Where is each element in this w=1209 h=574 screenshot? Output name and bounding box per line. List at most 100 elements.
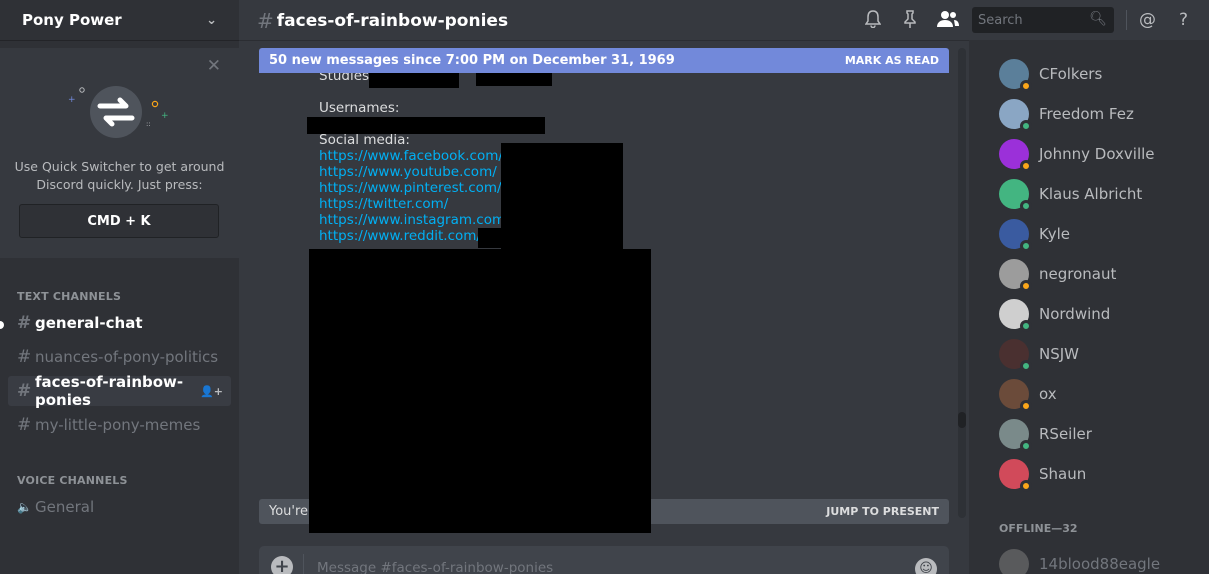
- message-composer[interactable]: + Message #faces-of-rainbow-ponies ☺︎: [259, 546, 949, 574]
- discord-app: Pony Power ⌄ ✕ + + :: Use Quick Switcher…: [0, 0, 1209, 574]
- avatar[interactable]: [999, 339, 1032, 372]
- qs-line-2: Discord quickly. Just press:: [36, 177, 203, 192]
- channel-label: General: [35, 498, 95, 516]
- avatar[interactable]: [999, 379, 1032, 412]
- shortcut-button[interactable]: CMD + K: [19, 204, 219, 238]
- avatar[interactable]: [999, 99, 1032, 132]
- social-link-pinterest[interactable]: https://www.pinterest.com/: [319, 180, 502, 196]
- avatar[interactable]: [999, 139, 1032, 172]
- status-indicator: [1020, 360, 1032, 372]
- text-channels-category[interactable]: TEXT CHANNELS: [17, 290, 121, 303]
- redaction-box: [501, 143, 623, 249]
- unread-indicator: [0, 321, 4, 329]
- avatar[interactable]: [999, 299, 1032, 332]
- svg-text:+: +: [68, 95, 76, 105]
- channel-header: # faces-of-rainbow-ponies Search 🔍︎ @ ?: [239, 0, 1209, 40]
- member-item[interactable]: negronaut: [999, 254, 1116, 294]
- member-item[interactable]: Freedom Fez: [999, 94, 1134, 134]
- voice-channel-general[interactable]: 🔈 General: [8, 492, 231, 522]
- social-link-facebook[interactable]: https://www.facebook.com/: [319, 148, 503, 164]
- avatar[interactable]: [999, 549, 1029, 574]
- close-icon[interactable]: ✕: [207, 58, 221, 75]
- jump-to-present-button[interactable]: JUMP TO PRESENT: [826, 505, 939, 518]
- chevron-down-icon[interactable]: ⌄: [206, 13, 217, 28]
- member-name: Nordwind: [1039, 305, 1111, 323]
- social-link-youtube[interactable]: https://www.youtube.com/: [319, 164, 497, 180]
- avatar[interactable]: [999, 59, 1032, 92]
- member-name: 14blood88eagle: [1039, 555, 1161, 573]
- bell-icon[interactable]: [864, 10, 882, 33]
- status-indicator: [1020, 80, 1032, 92]
- offline-category: OFFLINE—32: [999, 522, 1078, 535]
- scrollbar-track[interactable]: [958, 48, 966, 518]
- avatar[interactable]: [999, 259, 1032, 292]
- quick-switcher-text: Use Quick Switcher to get around Discord…: [0, 158, 239, 194]
- member-name: ox: [1039, 385, 1057, 403]
- status-indicator: [1020, 480, 1032, 492]
- member-item[interactable]: 14blood88eagle: [999, 544, 1160, 574]
- member-item[interactable]: Nordwind: [999, 294, 1110, 334]
- redaction-box: [309, 249, 651, 533]
- server-header[interactable]: Pony Power ⌄: [0, 0, 239, 40]
- redaction-box: [478, 228, 508, 248]
- new-messages-text: 50 new messages since 7:00 PM on Decembe…: [269, 53, 675, 68]
- channel-faces-of-rainbow-ponies[interactable]: # faces-of-rainbow-ponies 👤+: [8, 373, 231, 409]
- scrollbar-thumb[interactable]: [958, 412, 966, 428]
- mention-icon[interactable]: @: [1139, 10, 1156, 30]
- channel-my-little-pony-memes[interactable]: # my-little-pony-memes: [8, 410, 231, 440]
- pin-icon[interactable]: [903, 10, 917, 33]
- member-name: Klaus Albricht: [1039, 185, 1143, 203]
- emoji-icon[interactable]: ☺︎: [915, 558, 937, 574]
- status-indicator: [1020, 160, 1032, 172]
- channel-nuances-of-pony-politics[interactable]: # nuances-of-pony-politics: [8, 342, 231, 372]
- member-name: NSJW: [1039, 345, 1079, 363]
- member-item[interactable]: ox: [999, 374, 1057, 414]
- help-icon[interactable]: ?: [1179, 10, 1188, 30]
- server-name: Pony Power: [22, 11, 122, 29]
- hash-icon: #: [17, 313, 32, 333]
- member-list: CFolkers Freedom Fez Johnny Doxville Klaus …: [969, 40, 1209, 574]
- channel-general-chat[interactable]: # general-chat: [8, 308, 231, 338]
- social-link-reddit[interactable]: https://www.reddit.com/: [319, 228, 481, 244]
- member-item[interactable]: Johnny Doxville: [999, 134, 1155, 174]
- svg-text:+: +: [161, 111, 169, 121]
- member-name: Kyle: [1039, 225, 1071, 243]
- member-item[interactable]: Shaun: [999, 454, 1086, 494]
- avatar[interactable]: [999, 179, 1032, 212]
- message-usernames-label: Usernames:: [319, 100, 400, 116]
- channel-title-text: faces-of-rainbow-ponies: [276, 11, 509, 31]
- quick-switcher-icon: + + ::: [68, 86, 169, 138]
- svg-text:::: ::: [146, 120, 151, 128]
- voice-channels-category[interactable]: VOICE CHANNELS: [17, 474, 128, 487]
- status-indicator: [1020, 400, 1032, 412]
- member-name: Shaun: [1039, 465, 1087, 483]
- search-icon[interactable]: 🔍︎: [1089, 11, 1107, 27]
- member-item[interactable]: Klaus Albricht: [999, 174, 1142, 214]
- hash-icon: #: [17, 347, 32, 367]
- avatar[interactable]: [999, 459, 1032, 492]
- member-item[interactable]: NSJW: [999, 334, 1079, 374]
- member-item[interactable]: CFolkers: [999, 54, 1102, 94]
- member-name: RSeiler: [1039, 425, 1092, 443]
- header-divider: [1126, 10, 1127, 30]
- social-link-instagram[interactable]: https://www.instagram.com/: [319, 212, 510, 228]
- jump-bar-text: You're: [269, 504, 309, 519]
- status-indicator: [1020, 280, 1032, 292]
- message-input[interactable]: Message #faces-of-rainbow-ponies: [317, 560, 553, 574]
- members-icon[interactable]: [937, 10, 959, 33]
- social-link-twitter[interactable]: https://twitter.com/: [319, 196, 448, 212]
- new-messages-banner[interactable]: 50 new messages since 7:00 PM on Decembe…: [259, 48, 949, 73]
- upload-plus-icon[interactable]: +: [271, 556, 293, 574]
- status-indicator: [1020, 440, 1032, 452]
- avatar[interactable]: [999, 419, 1032, 452]
- member-item[interactable]: Kyle: [999, 214, 1070, 254]
- status-indicator: [1020, 200, 1032, 212]
- search-input[interactable]: Search 🔍︎: [972, 7, 1114, 33]
- member-item[interactable]: RSeiler: [999, 414, 1092, 454]
- add-user-icon[interactable]: 👤+: [200, 385, 223, 398]
- mark-as-read-button[interactable]: MARK AS READ: [845, 54, 939, 67]
- channel-sidebar: Pony Power ⌄ ✕ + + :: Use Quick Switcher…: [0, 0, 239, 574]
- avatar[interactable]: [999, 219, 1032, 252]
- quick-switcher-card: ✕ + + :: Use Quick Switcher to get aroun…: [0, 48, 239, 258]
- status-indicator: [1020, 240, 1032, 252]
